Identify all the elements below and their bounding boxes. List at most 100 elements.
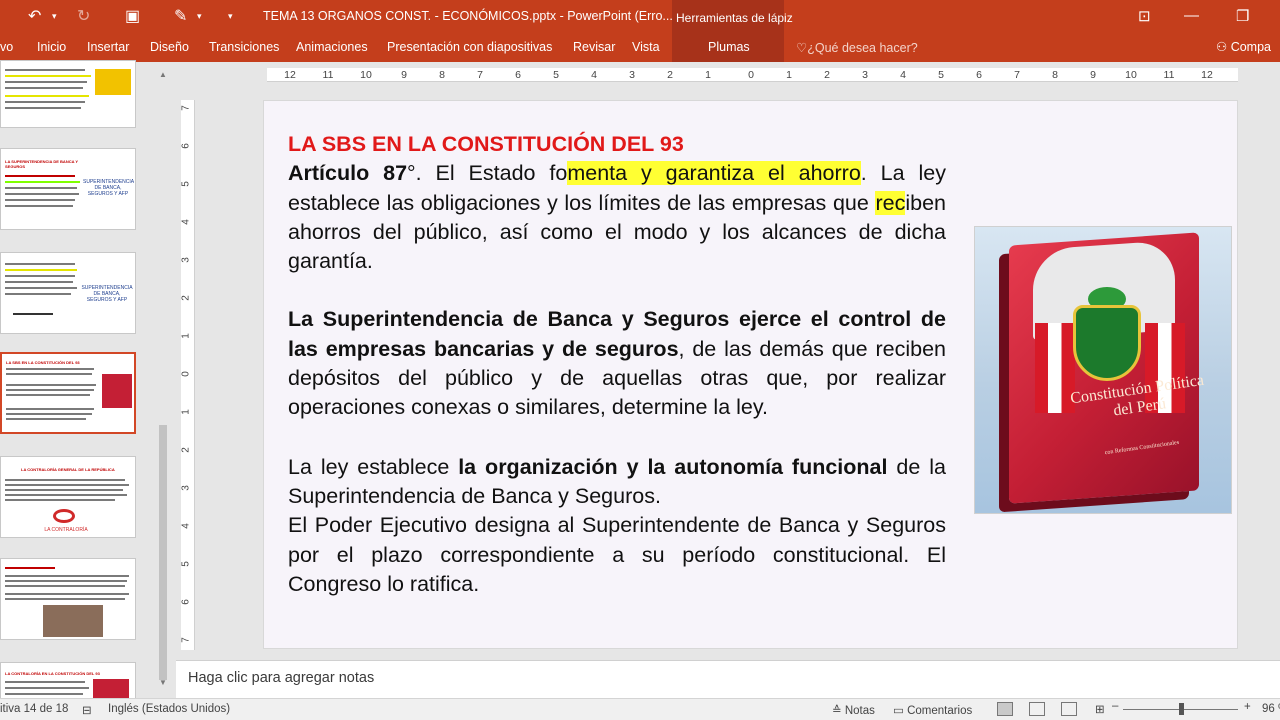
pen-dropdown-icon[interactable]: ▾ [197,11,202,22]
text-run: La ley establece [288,454,459,479]
reading-view-icon[interactable] [1061,702,1077,716]
ruler-tick: 2 [180,295,192,301]
scroll-down-icon[interactable]: ▼ [157,678,169,687]
tab-vista[interactable]: Vista [632,40,660,54]
thumb-title: LA CONTRALORÍA EN LA CONSTITUCIÓN DEL 93 [5,671,100,676]
ruler-tick: 3 [180,257,192,263]
ruler-tick: 1 [705,69,711,81]
tab-diseno[interactable]: Diseño [150,40,189,54]
tell-me-label: ¿Qué desea hacer? [807,41,918,55]
notes-button-label: Notas [844,705,875,717]
ribbon-tabs: vo Inicio Insertar Diseño Transiciones A… [0,34,1280,62]
tab-revisar[interactable]: Revisar [573,40,615,54]
horizontal-ruler: 12 11 10 9 8 7 6 5 4 3 2 1 0 1 2 3 4 5 6… [267,68,1238,82]
ruler-tick: 1 [786,69,792,81]
ruler-tick: 0 [180,371,192,377]
scroll-up-icon[interactable]: ▲ [157,70,169,79]
language-indicator[interactable]: Inglés (Estados Unidos) [108,703,230,715]
ruler-tick: 4 [180,219,192,225]
slide-counter: itiva 14 de 18 [0,703,69,715]
zoom-level[interactable]: 96 % [1262,703,1280,715]
zoom-out-icon[interactable]: – [1112,700,1118,712]
tab-insertar[interactable]: Insertar [87,40,129,54]
normal-view-icon[interactable] [997,702,1013,716]
ruler-tick: 5 [938,69,944,81]
present-icon[interactable]: ▣ [125,6,140,26]
redo-icon[interactable]: ↻ [77,6,90,26]
tell-me-box[interactable]: ♡¿Qué desea hacer? [796,40,918,55]
slide-scrollbar[interactable] [1264,62,1280,660]
undo-icon[interactable]: ↶ [28,6,41,26]
scrollbar-thumb[interactable] [159,425,167,680]
slideshow-icon[interactable]: ⊞ [1095,702,1105,716]
tab-plumas[interactable]: Plumas [708,40,750,54]
flag-left [1035,323,1075,413]
zoom-slider-handle[interactable] [1179,703,1184,715]
slide-text-box[interactable]: LA SBS EN LA CONSTITUCIÓN DEL 93 Artícul… [288,130,946,599]
slide-thumbnail-panel: LA SUPERINTENDENCIA DE BANCA Y SEGUROS S… [0,60,175,702]
customize-qat-icon[interactable]: ▾ [228,11,233,22]
ruler-tick: 7 [180,637,192,643]
book-image [102,374,132,408]
ruler-tick: 5 [180,561,192,567]
contraloria-logo [53,509,75,523]
tab-inicio[interactable]: Inicio [37,40,66,54]
share-button[interactable]: ⚇ Compa [1216,39,1271,54]
ruler-tick: 5 [553,69,559,81]
notes-button[interactable]: ≙ Notas [832,703,875,717]
ruler-tick: 3 [629,69,635,81]
bold-text: la organización y la autonomía funcional [458,454,888,479]
comments-button[interactable]: ▭ Comentarios [893,703,972,717]
notes-pane[interactable]: Haga clic para agregar notas [176,660,1280,698]
coat-of-arms-icon [1073,305,1141,381]
slide-thumbnail-12[interactable]: LA SUPERINTENDENCIA DE BANCA Y SEGUROS S… [0,148,136,230]
thumbnail-scrollbar[interactable]: ▲ ▼ [157,70,169,690]
ribbon-display-icon[interactable]: ⊡ [1138,7,1151,25]
share-label: Compa [1230,40,1271,54]
comments-button-label: Comentarios [907,705,973,717]
context-tab-label: Herramientas de lápiz [672,0,793,34]
notes-icon: ≙ [832,705,845,717]
person-icon: ⚇ [1216,40,1231,54]
ruler-tick: 8 [439,69,445,81]
slide-thumbnail-14-selected[interactable]: LA SBS EN LA CONSTITUCIÓN DEL 93 [0,352,136,434]
proofing-icon[interactable]: ⊟ [82,703,92,717]
ruler-tick: 8 [1052,69,1058,81]
slide-sorter-icon[interactable] [1029,702,1045,716]
sbs-control-paragraph: La Superintendencia de Banca y Seguros e… [288,305,946,422]
speaker-photo [43,605,103,637]
ruler-tick: 12 [1201,69,1213,81]
ruler-tick: 1 [180,409,192,415]
minimize-icon[interactable]: — [1184,7,1199,24]
ruler-tick: 6 [976,69,982,81]
zoom-in-icon[interactable]: + [1244,701,1251,713]
tab-archivo[interactable]: vo [0,40,13,54]
slide-thumbnail-15[interactable]: LA CONTRALORÍA GENERAL DE LA REPÚBLICA L… [0,456,136,538]
article-87-paragraph: Artículo 87°. El Estado fomenta y garant… [288,159,946,276]
undo-dropdown-icon[interactable]: ▾ [52,11,57,22]
sbs-logo: SUPERINTENDENCIA DE BANCA, SEGUROS Y AFP [81,285,133,303]
slide-thumbnail-13[interactable]: SUPERINTENDENCIA DE BANCA, SEGUROS Y AFP [0,252,136,334]
ruler-tick: 3 [180,485,192,491]
window-title: TEMA 13 ORGANOS CONST. - ECONÓMICOS.pptx… [263,9,673,23]
vertical-ruler: 7 6 5 4 3 2 1 0 1 2 3 4 5 6 7 [180,100,195,650]
restore-icon[interactable]: ❐ [1236,7,1249,25]
slide-thumbnail-16[interactable] [0,558,136,640]
constitution-book-image[interactable]: Constitución Política del Perú con Refor… [974,226,1232,514]
tab-presentacion[interactable]: Presentación con diapositivas [387,40,552,54]
ruler-tick: 2 [180,447,192,453]
ruler-tick: 11 [1163,69,1175,81]
tab-animaciones[interactable]: Animaciones [296,40,368,54]
pen-icon[interactable]: ✎ [174,6,187,26]
ruler-tick: 1 [180,333,192,339]
slide-thumbnail-11[interactable] [0,60,136,128]
comment-icon: ▭ [893,705,908,717]
thumb-title: LA SBS EN LA CONSTITUCIÓN DEL 93 [6,360,80,365]
ruler-tick: 4 [591,69,597,81]
thumb-title: LA CONTRALORÍA GENERAL DE LA REPÚBLICA [21,467,115,472]
tab-transiciones[interactable]: Transiciones [209,40,279,54]
ruler-tick: 11 [322,69,334,81]
slide-thumbnail-17[interactable]: LA CONTRALORÍA EN LA CONSTITUCIÓN DEL 93 [0,662,136,702]
text-run: °. El Estado fo [407,161,568,186]
autonomy-paragraph: La ley establece la organización y la au… [288,453,946,512]
